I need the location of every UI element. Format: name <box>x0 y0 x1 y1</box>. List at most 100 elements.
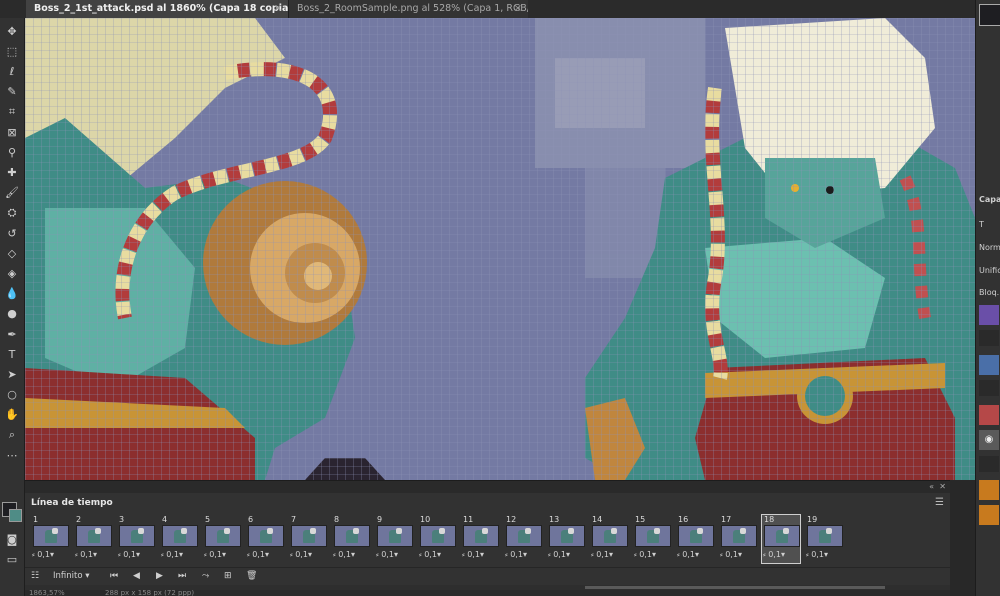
panel-menu-icon[interactable]: ☰ <box>935 497 944 508</box>
layer-color-orange[interactable] <box>979 505 999 525</box>
frame-delay-select[interactable]: ⸗ 0,1▾ <box>247 550 269 559</box>
timeline-frame[interactable]: 15 ⸗ 0,1▾ <box>633 515 671 563</box>
screen-mode-icon[interactable]: ▭ <box>2 550 22 568</box>
frame-delay-select[interactable]: ⸗ 0,1▾ <box>763 550 785 559</box>
zoom-level[interactable]: 1863,57% <box>29 590 65 596</box>
timeline-frame[interactable]: 9 ⸗ 0,1▾ <box>375 515 413 563</box>
layer-color-red[interactable] <box>979 405 999 425</box>
chevron-down-icon: ▾ <box>694 550 699 559</box>
layer-visibility-box[interactable] <box>979 456 999 472</box>
scrollbar-thumb[interactable] <box>585 586 885 589</box>
tab-room-sample[interactable]: Boss_2_RoomSample.png al 528% (Capa 1, R… <box>288 0 528 18</box>
eye-icon[interactable]: ◉ <box>979 430 999 450</box>
eraser-icon[interactable]: ◇ <box>2 244 22 262</box>
frame-delay-select[interactable]: ⸗ 0,1▾ <box>333 550 355 559</box>
move-icon[interactable]: ✥ <box>2 22 22 40</box>
convert-timeline-icon[interactable]: ☷ <box>31 571 39 581</box>
layer-visibility-box[interactable] <box>979 380 999 396</box>
frame-delay-select[interactable]: ⸗ 0,1▾ <box>462 550 484 559</box>
timeline-frame[interactable]: 3 ⸗ 0,1▾ <box>117 515 155 563</box>
timeline-frame[interactable]: 4 ⸗ 0,1▾ <box>160 515 198 563</box>
timeline-frame[interactable]: 1 ⸗ 0,1▾ <box>31 515 69 563</box>
document-canvas[interactable] <box>25 18 975 480</box>
previous-frame-icon[interactable]: ◀ <box>133 571 140 581</box>
timeline-frame[interactable]: 7 ⸗ 0,1▾ <box>289 515 327 563</box>
lasso-icon[interactable]: ℓ <box>2 62 22 80</box>
hand-icon[interactable]: ✋ <box>2 406 22 424</box>
quick-select-icon[interactable]: ✎ <box>2 83 22 101</box>
history-brush-icon[interactable]: ↺ <box>2 224 22 242</box>
quick-mask-icon[interactable]: ◙ <box>2 530 22 548</box>
zoom-icon[interactable]: ⌕ <box>2 426 22 444</box>
frame-delay-select[interactable]: ⸗ 0,1▾ <box>634 550 656 559</box>
layer-color-blue[interactable] <box>979 355 999 375</box>
dodge-icon[interactable]: ● <box>2 305 22 323</box>
timeline-frame[interactable]: 10 ⸗ 0,1▾ <box>418 515 456 563</box>
timeline-frame[interactable]: 6 ⸗ 0,1▾ <box>246 515 284 563</box>
next-frame-icon[interactable]: ⏭ <box>178 571 186 581</box>
blend-mode-select[interactable]: Norm <box>979 243 1000 252</box>
timeline-frame[interactable]: 8 ⸗ 0,1▾ <box>332 515 370 563</box>
timeline-frame[interactable]: 18 ⸗ 0,1▾ <box>761 514 801 564</box>
layer-color-orange[interactable] <box>979 480 999 500</box>
frame-delay-select[interactable]: ⸗ 0,1▾ <box>505 550 527 559</box>
ellipse-icon[interactable]: ○ <box>2 386 22 404</box>
type-icon[interactable]: T <box>2 345 22 363</box>
frame-delay-select[interactable]: ⸗ 0,1▾ <box>75 550 97 559</box>
timeline-frame[interactable]: 13 ⸗ 0,1▾ <box>547 515 585 563</box>
timeline-frame[interactable]: 5 ⸗ 0,1▾ <box>203 515 241 563</box>
loop-value: Infinito <box>53 571 83 581</box>
timeline-frame[interactable]: 2 ⸗ 0,1▾ <box>74 515 112 563</box>
frame-icon[interactable]: ⊠ <box>2 123 22 141</box>
timeline-frame[interactable]: 11 ⸗ 0,1▾ <box>461 515 499 563</box>
frame-delay-select[interactable]: ⸗ 0,1▾ <box>720 550 742 559</box>
delay-value: 0,1 <box>510 550 523 559</box>
layers-panel-title[interactable]: Capa <box>979 195 1000 204</box>
loop-select[interactable]: Infinito ▾ <box>53 571 101 581</box>
frame-delay-select[interactable]: ⸗ 0,1▾ <box>204 550 226 559</box>
layer-search-field[interactable]: T <box>979 220 1000 229</box>
frame-delay-select[interactable]: ⸗ 0,1▾ <box>118 550 140 559</box>
crop-icon[interactable]: ⌗ <box>2 103 22 121</box>
path-select-icon[interactable]: ➤ <box>2 365 22 383</box>
timeline-frame[interactable]: 14 ⸗ 0,1▾ <box>590 515 628 563</box>
frame-delay-select[interactable]: ⸗ 0,1▾ <box>548 550 570 559</box>
frame-delay-select[interactable]: ⸗ 0,1▾ <box>161 550 183 559</box>
frame-delay-select[interactable]: ⸗ 0,1▾ <box>32 550 54 559</box>
tab-boss-1st-attack[interactable]: Boss_2_1st_attack.psd al 1860% (Capa 18 … <box>26 0 288 18</box>
healing-icon[interactable]: ✚ <box>2 163 22 181</box>
frame-delay-select[interactable]: ⸗ 0,1▾ <box>376 550 398 559</box>
play-icon[interactable]: ▶ <box>156 571 163 581</box>
eyedropper-icon[interactable]: ⚲ <box>2 143 22 161</box>
layer-color-purple[interactable] <box>979 305 999 325</box>
more-icon[interactable]: ⋯ <box>2 446 22 464</box>
pen-icon[interactable]: ✒ <box>2 325 22 343</box>
marquee-icon[interactable]: ⬚ <box>2 42 22 60</box>
frame-thumbnail <box>635 525 671 547</box>
blur-icon[interactable]: 💧 <box>2 285 22 303</box>
frame-delay-select[interactable]: ⸗ 0,1▾ <box>290 550 312 559</box>
close-icon[interactable]: × <box>514 0 522 18</box>
delete-frame-icon[interactable]: 🗑 <box>246 571 257 581</box>
timeline-frame[interactable]: 19 ⸗ 0,1▾ <box>805 515 843 563</box>
first-frame-icon[interactable]: ⏮ <box>110 571 118 581</box>
layer-visibility-box[interactable] <box>979 330 999 346</box>
new-frame-icon[interactable]: ⊞ <box>224 571 232 581</box>
bucket-icon[interactable]: ◈ <box>2 264 22 282</box>
timeline-frame[interactable]: 12 ⸗ 0,1▾ <box>504 515 542 563</box>
frame-delay-select[interactable]: ⸗ 0,1▾ <box>677 550 699 559</box>
color-swatch[interactable] <box>979 4 1000 26</box>
frame-delay-select[interactable]: ⸗ 0,1▾ <box>591 550 613 559</box>
timeline-frame[interactable]: 17 ⸗ 0,1▾ <box>719 515 757 563</box>
stamp-icon[interactable]: ⛭ <box>2 204 22 222</box>
timeline-frame[interactable]: 16 ⸗ 0,1▾ <box>676 515 714 563</box>
collapse-icon[interactable]: « <box>929 481 934 493</box>
close-icon[interactable]: ✕ <box>939 481 946 493</box>
background-color-swatch[interactable] <box>9 509 22 522</box>
frame-delay-select[interactable]: ⸗ 0,1▾ <box>806 550 828 559</box>
brush-icon[interactable]: 🖌 <box>2 184 22 202</box>
close-icon[interactable]: × <box>274 0 282 18</box>
tween-icon[interactable]: ⤳ <box>202 571 209 581</box>
frame-delay-select[interactable]: ⸗ 0,1▾ <box>419 550 441 559</box>
timeline-title[interactable]: Línea de tiempo <box>31 498 113 508</box>
